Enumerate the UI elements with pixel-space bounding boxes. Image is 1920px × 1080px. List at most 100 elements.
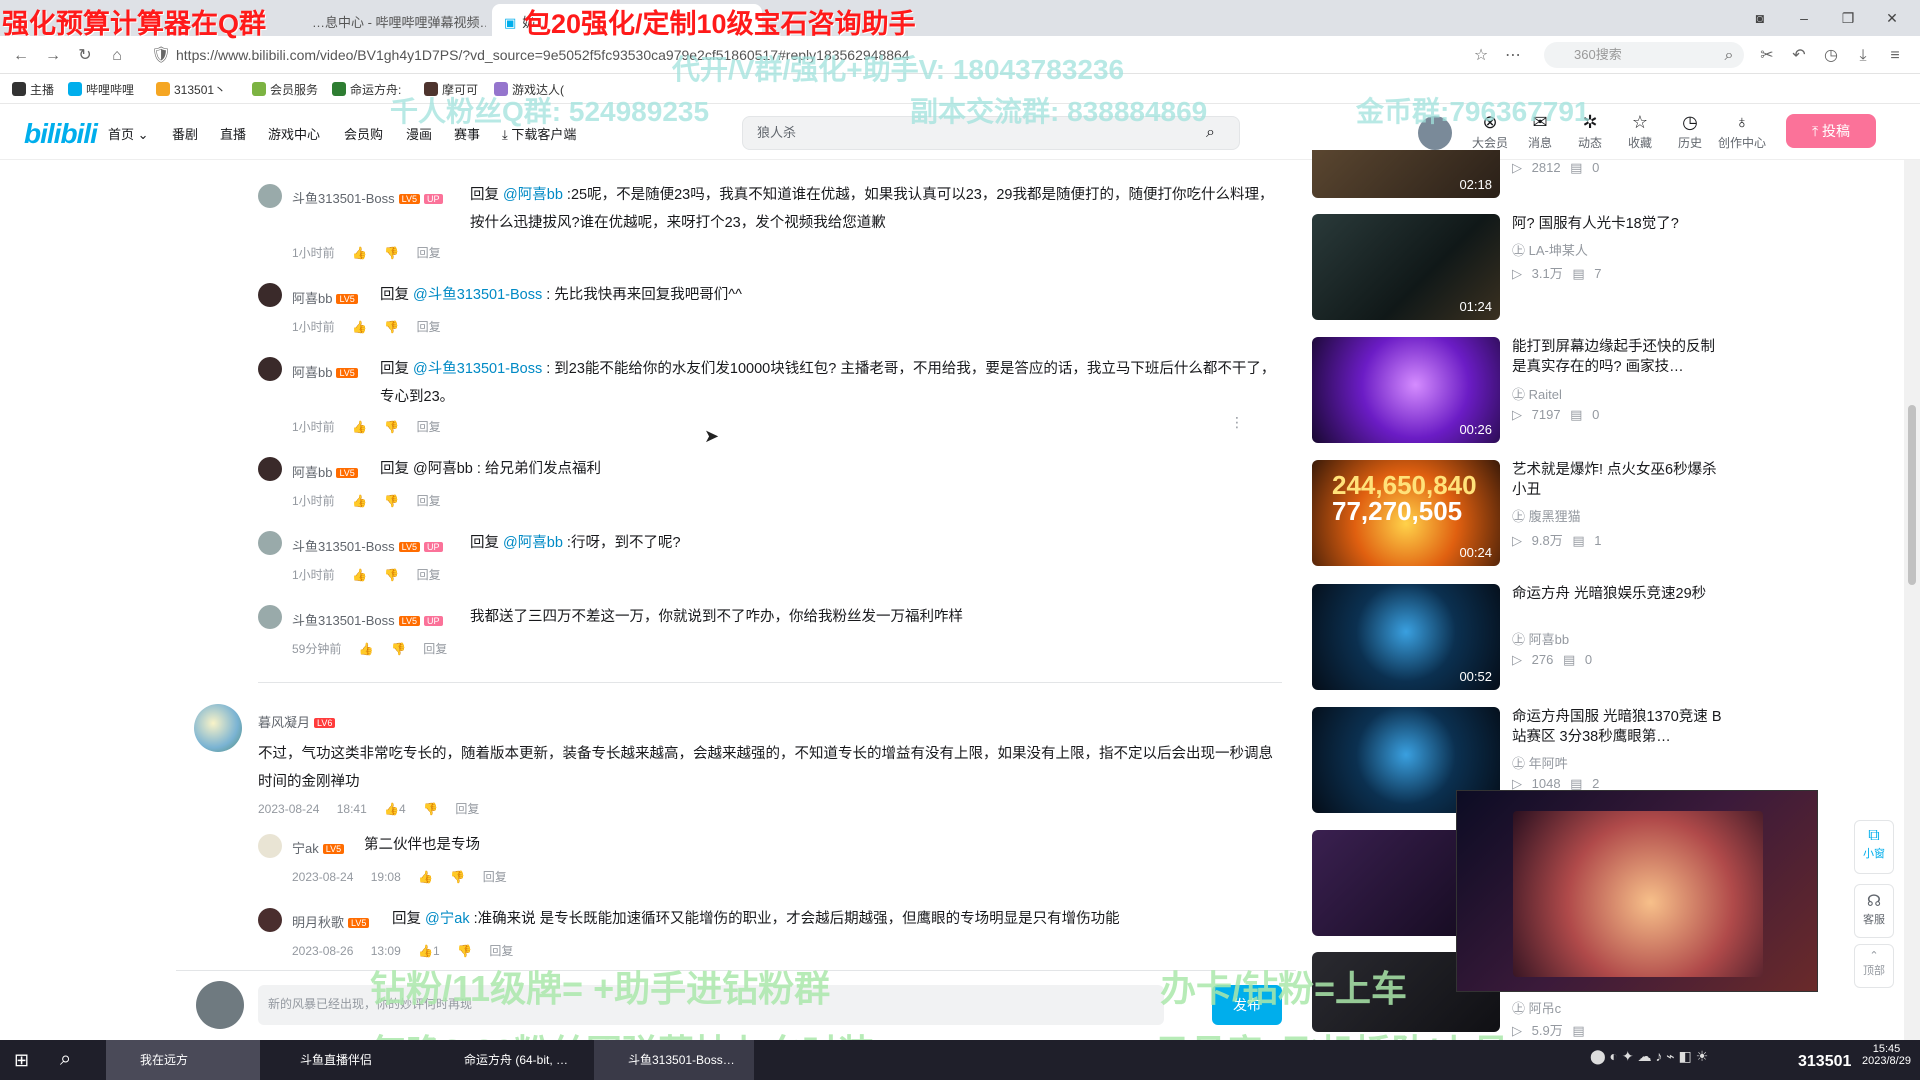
avatar[interactable] bbox=[258, 605, 282, 629]
nav-live[interactable]: 直播 bbox=[220, 124, 246, 143]
video-author[interactable]: ㊤ 腹黑狸猫 bbox=[1512, 506, 1581, 525]
nav-anime[interactable]: 番剧 bbox=[172, 124, 198, 143]
like-icon[interactable]: 👍 bbox=[352, 568, 367, 582]
dislike-icon[interactable]: 👎 bbox=[384, 568, 399, 582]
reply-button[interactable]: 回复 bbox=[489, 944, 513, 958]
taskbar-item[interactable]: 斗鱼直播伴侣 bbox=[266, 1040, 426, 1080]
bookmark-item[interactable]: 哔哩哔哩 bbox=[68, 81, 134, 98]
video-title[interactable]: 能打到屏幕边缘起手还快的反制是真实存在的吗? 画家技… bbox=[1512, 337, 1722, 377]
bookmark-item[interactable]: 会员服务 bbox=[252, 81, 318, 98]
like-icon[interactable]: 👍 bbox=[418, 870, 433, 884]
clock-icon[interactable]: ◷ bbox=[1820, 45, 1842, 67]
clock[interactable]: 15:45 2023/8/29 bbox=[1862, 1043, 1911, 1067]
back-icon[interactable]: ← bbox=[10, 45, 32, 67]
avatar[interactable] bbox=[258, 908, 282, 932]
video-thumbnail[interactable]: 01:24 bbox=[1312, 214, 1500, 320]
video-author[interactable]: ㊤ 阿喜bb bbox=[1512, 629, 1569, 648]
reply-button[interactable]: 回复 bbox=[417, 320, 441, 334]
dislike-icon[interactable]: 👎 bbox=[384, 420, 399, 434]
reload-icon[interactable]: ↻ bbox=[74, 45, 96, 67]
video-author[interactable]: ㊤ 年阿吽 bbox=[1512, 753, 1568, 772]
minimize-icon[interactable]: – bbox=[1784, 6, 1824, 30]
nav-home[interactable]: 首页 ⌄ bbox=[108, 124, 149, 143]
reply-button[interactable]: 回复 bbox=[417, 494, 441, 508]
restore-icon[interactable]: ❐ bbox=[1828, 6, 1868, 30]
avatar[interactable] bbox=[194, 704, 242, 752]
history-button[interactable]: ◷ 历史 bbox=[1668, 112, 1712, 151]
like-icon[interactable]: 👍 bbox=[359, 642, 374, 656]
star-icon[interactable]: ☆ bbox=[1470, 45, 1492, 67]
reply-button[interactable]: 回复 bbox=[417, 420, 441, 434]
menu-icon[interactable]: ≡ bbox=[1884, 45, 1906, 67]
reply-button[interactable]: 回复 bbox=[423, 642, 447, 656]
undo-icon[interactable]: ↶ bbox=[1788, 45, 1810, 67]
scrollbar[interactable] bbox=[1904, 160, 1920, 1040]
reply-button[interactable]: 回复 bbox=[455, 802, 479, 816]
video-thumbnail[interactable]: 244,650,840 77,270,505 00:24 bbox=[1312, 460, 1500, 566]
browser-tab[interactable]: …息中心 - 哔哩哔哩弹幕视频…✕ bbox=[300, 4, 486, 36]
download-icon[interactable]: ⤓ bbox=[1852, 45, 1874, 67]
like-icon[interactable]: 👍 bbox=[384, 802, 399, 816]
search-360-input[interactable]: 360搜索 bbox=[1544, 42, 1744, 68]
dislike-icon[interactable]: 👎 bbox=[384, 246, 399, 260]
reply-username[interactable]: 阿喜bb LV5 bbox=[292, 362, 358, 381]
avatar[interactable] bbox=[258, 184, 282, 208]
like-icon[interactable]: 👍 bbox=[418, 944, 433, 958]
video-author[interactable]: ㊤ LA-坤某人 bbox=[1512, 240, 1588, 259]
video-title[interactable]: 艺术就是爆炸! 点火女巫6秒爆杀小丑 bbox=[1512, 460, 1722, 500]
reply-username[interactable]: 斗鱼313501-Boss LV5 UP bbox=[292, 188, 443, 207]
video-author[interactable]: ㊤ 阿吊c bbox=[1512, 998, 1561, 1017]
home-icon[interactable]: ⌂ bbox=[106, 45, 128, 67]
video-thumbnail[interactable]: 00:26 bbox=[1312, 337, 1500, 443]
stream-pip-overlay[interactable] bbox=[1456, 790, 1818, 992]
avatar[interactable] bbox=[258, 531, 282, 555]
video-title[interactable]: 命运方舟国服 光暗狼1370竞速 B站赛区 3分38秒鹰眼第… bbox=[1512, 707, 1722, 747]
dislike-icon[interactable]: 👎 bbox=[457, 944, 472, 958]
video-title[interactable]: 阿? 国服有人光卡18觉了? bbox=[1512, 214, 1722, 234]
avatar[interactable] bbox=[258, 457, 282, 481]
nav-mall[interactable]: 会员购 bbox=[344, 124, 383, 143]
dislike-icon[interactable]: 👎 bbox=[391, 642, 406, 656]
close-window-icon[interactable]: ✕ bbox=[1872, 6, 1912, 30]
reply-username[interactable]: 阿喜bb LV5 bbox=[292, 462, 358, 481]
search-icon[interactable]: ⌕ bbox=[60, 1048, 71, 1071]
video-title[interactable]: 命运方舟 光暗狼娱乐竞速29秒 bbox=[1512, 584, 1722, 604]
taskbar-item[interactable]: 我在远方 bbox=[106, 1040, 260, 1080]
nav-game-center[interactable]: 游戏中心 bbox=[268, 124, 320, 143]
like-icon[interactable]: 👍 bbox=[352, 320, 367, 334]
dislike-icon[interactable]: 👎 bbox=[384, 320, 399, 334]
more-icon[interactable]: ⋯ bbox=[1502, 45, 1524, 67]
reply-button[interactable]: 回复 bbox=[483, 870, 507, 884]
avatar[interactable] bbox=[258, 834, 282, 858]
reply-username[interactable]: 明月秋歌 LV5 bbox=[292, 912, 370, 931]
video-thumbnail[interactable]: 00:52 bbox=[1312, 584, 1500, 690]
dislike-icon[interactable]: 👎 bbox=[423, 802, 438, 816]
favorites-button[interactable]: ☆ 收藏 bbox=[1618, 112, 1662, 151]
forward-icon[interactable]: → bbox=[42, 45, 64, 67]
creator-button[interactable]: ♁ 创作中心 bbox=[1718, 112, 1766, 151]
bilibili-logo[interactable]: bilibili bbox=[24, 118, 98, 150]
mini-window-button[interactable]: ⧉ 小窗 bbox=[1854, 820, 1894, 874]
like-icon[interactable]: 👍 bbox=[352, 246, 367, 260]
reply-username[interactable]: 宁ak LV5 bbox=[292, 838, 345, 857]
bookmark-item[interactable]: 313501丶 bbox=[156, 81, 226, 98]
reply-button[interactable]: 回复 bbox=[417, 568, 441, 582]
more-options-icon[interactable]: ⋮ bbox=[1230, 414, 1244, 431]
scrollbar-thumb[interactable] bbox=[1908, 405, 1916, 585]
scissors-icon[interactable]: ✂ bbox=[1756, 45, 1778, 67]
dislike-icon[interactable]: 👎 bbox=[384, 494, 399, 508]
search-icon[interactable]: ⌕ bbox=[1718, 45, 1740, 67]
like-icon[interactable]: 👍 bbox=[352, 420, 367, 434]
windows-start-icon[interactable]: ⊞ bbox=[14, 1050, 29, 1071]
reply-username[interactable]: 阿喜bb LV5 bbox=[292, 288, 358, 307]
like-icon[interactable]: 👍 bbox=[352, 494, 367, 508]
shield-icon[interactable]: ◙ bbox=[1740, 6, 1780, 30]
system-tray-icons[interactable]: ⬤ ◐ ✦ ☁ ♪ ⌁ ◧ ☀ bbox=[1590, 1048, 1708, 1065]
customer-service-button[interactable]: ☊ 客服 bbox=[1854, 884, 1894, 938]
search-icon[interactable]: ⌕ bbox=[1206, 124, 1215, 142]
bookmark-item[interactable]: 主播 bbox=[12, 81, 54, 98]
reply-username[interactable]: 斗鱼313501-Boss LV5 UP bbox=[292, 610, 443, 629]
upload-button[interactable]: ⤒ 投稿 bbox=[1786, 114, 1876, 148]
taskbar-item[interactable]: 斗鱼313501-Boss… bbox=[594, 1040, 754, 1080]
video-thumbnail[interactable]: 02:18 bbox=[1312, 150, 1500, 198]
